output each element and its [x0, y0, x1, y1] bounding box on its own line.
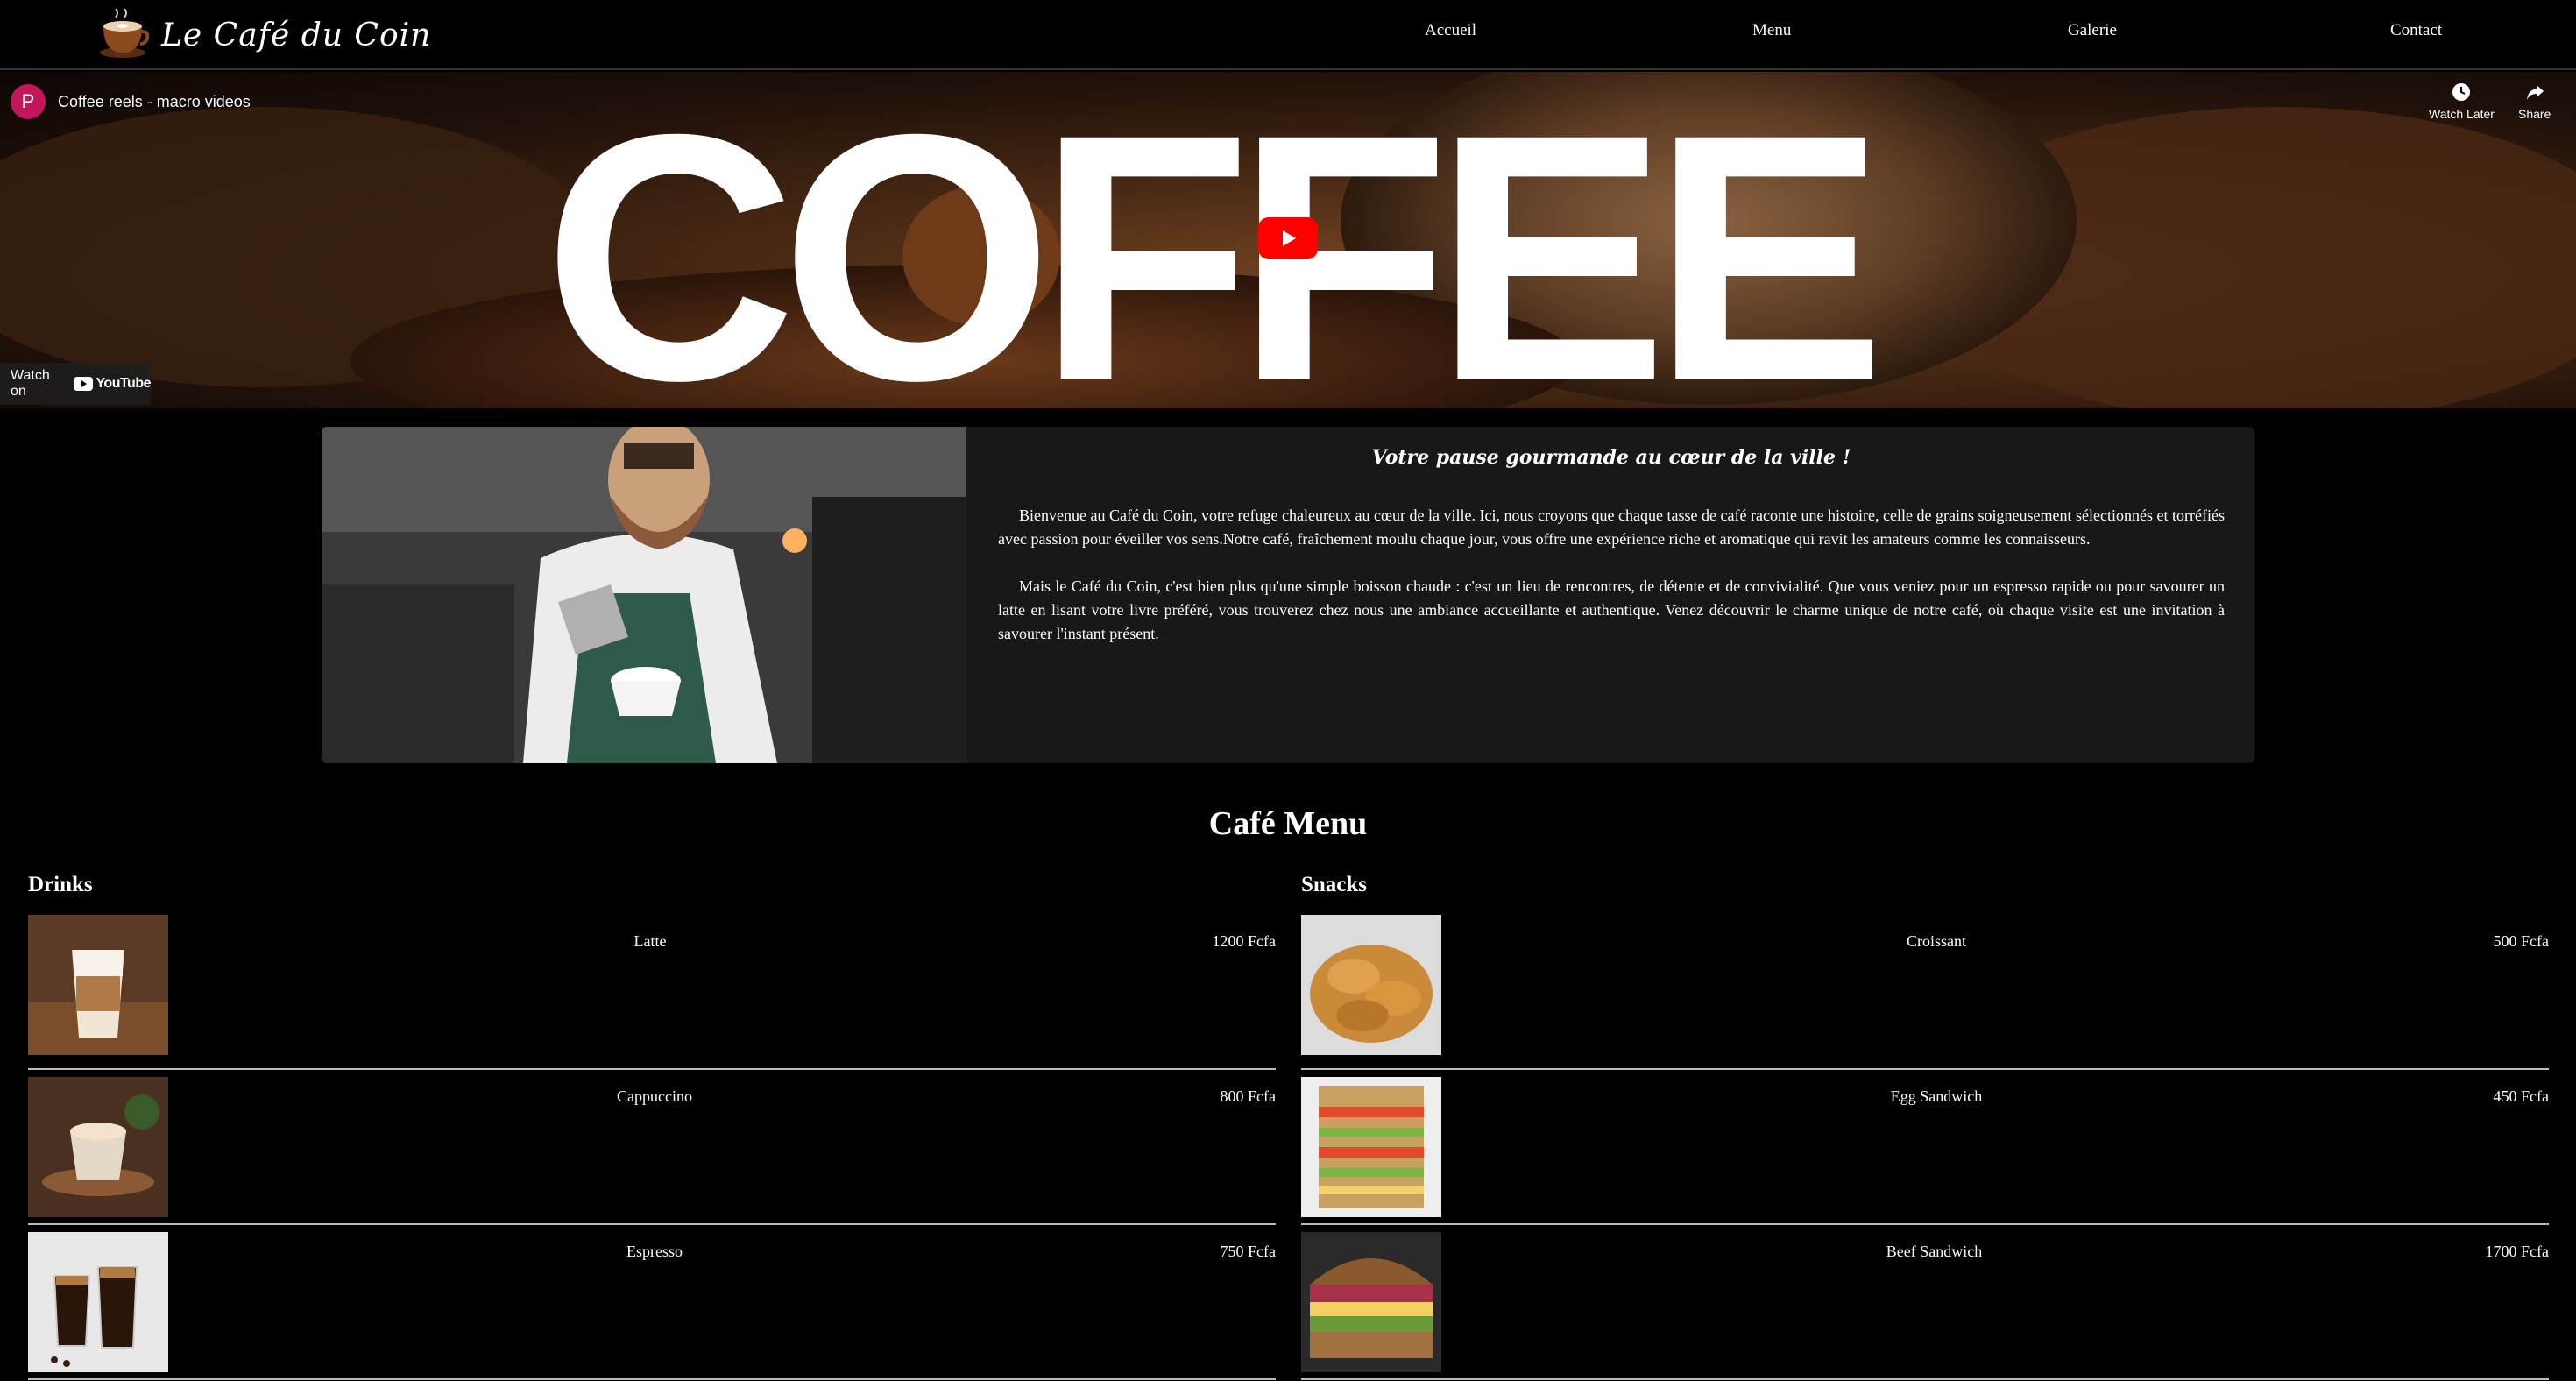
drinks-title: Drinks [28, 873, 93, 896]
clock-icon [2452, 83, 2471, 101]
banner-word: COFFEE [543, 72, 1877, 408]
watch-on-label: Watch on [11, 368, 50, 399]
share-button[interactable]: Share [2518, 82, 2551, 121]
video-channel-info[interactable]: P Coffee reels - macro videos [11, 84, 251, 119]
about-heading: Votre pause gourmande au cœur de la vill… [1371, 446, 1851, 469]
main-nav: Accueil Menu Galerie Contact [1367, 0, 2576, 70]
youtube-video-embed[interactable]: COFFEE P Coffee reels - macro videos Wat… [0, 72, 2576, 408]
barista-image [322, 427, 966, 763]
youtube-logo: YouTube [74, 376, 151, 392]
share-icon [2526, 85, 2544, 100]
menu-item: Espresso 750 Fcfa [28, 1225, 1276, 1380]
item-price: 1700 Fcfa [2485, 1243, 2549, 1260]
youtube-wordmark: YouTube [96, 376, 151, 391]
item-name: Egg Sandwich [1890, 1087, 1983, 1105]
item-name: Espresso [626, 1243, 683, 1260]
nav-link-galerie[interactable]: Galerie [2068, 21, 2117, 40]
barista-photo [322, 427, 966, 763]
youtube-play-icon [74, 377, 94, 391]
nav-link-accueil[interactable]: Accueil [1425, 21, 1476, 40]
about-paragraph-1: Bienvenue au Café du Coin, votre refuge … [998, 506, 2225, 548]
drinks-column: Drinks Latte 1200 Fcfa Cappuccino 800 Fc… [28, 873, 1276, 1380]
share-label: Share [2518, 107, 2551, 121]
coffee-cup-icon [100, 9, 149, 58]
nav-link-menu[interactable]: Menu [1752, 21, 1791, 40]
watch-later-button[interactable]: Watch Later [2429, 82, 2495, 121]
logo-text: Le Café du Coin [161, 17, 432, 53]
snacks-column: Snacks Croissant 500 Fcfa Egg Sandwich 4… [1301, 873, 2549, 1380]
about-paragraph-2: Mais le Café du Coin, c'est bien plus qu… [998, 577, 2225, 642]
menu-item: Cappuccino 800 Fcfa [28, 1070, 1276, 1225]
nav-link-contact[interactable]: Contact [2390, 21, 2442, 40]
item-price: 1200 Fcfa [1212, 932, 1276, 950]
item-price: 450 Fcfa [2493, 1087, 2549, 1105]
croissant-image [1301, 915, 1441, 1055]
navbar: Le Café du Coin Accueil Menu Galerie Con… [0, 0, 2576, 70]
video-title[interactable]: Coffee reels - macro videos [58, 93, 251, 111]
watch-later-label: Watch Later [2429, 107, 2495, 121]
item-name: Cappuccino [617, 1087, 692, 1105]
menu-item: Latte 1200 Fcfa [28, 915, 1276, 1070]
watch-on-youtube-button[interactable]: Watch on YouTube [0, 363, 151, 405]
item-price: 800 Fcfa [1220, 1087, 1276, 1105]
cappuccino-image [28, 1077, 168, 1217]
play-button[interactable] [1258, 217, 1318, 259]
item-price: 750 Fcfa [1220, 1243, 1276, 1260]
item-price: 500 Fcfa [2493, 932, 2549, 950]
channel-avatar[interactable]: P [11, 84, 46, 119]
snacks-title: Snacks [1301, 873, 1368, 896]
site-logo[interactable]: Le Café du Coin [96, 7, 431, 63]
menu-item: Beef Sandwich 1700 Fcfa [1301, 1225, 2549, 1380]
play-icon [1283, 230, 1296, 246]
item-name: Latte [633, 932, 667, 950]
menu-title: Café Menu [1208, 805, 1368, 842]
menu-item: Croissant 500 Fcfa [1301, 915, 2549, 1070]
menu-item: Egg Sandwich 450 Fcfa [1301, 1070, 2549, 1225]
item-name: Croissant [1906, 932, 1966, 950]
about-section: Votre pause gourmande au cœur de la vill… [322, 427, 2254, 763]
item-name: Beef Sandwich [1886, 1243, 1983, 1260]
espresso-image [28, 1232, 168, 1372]
about-text: Votre pause gourmande au cœur de la vill… [998, 437, 2225, 669]
latte-image [28, 915, 168, 1055]
beef-sandwich-image [1301, 1232, 1441, 1372]
egg-sandwich-image [1301, 1077, 1441, 1217]
